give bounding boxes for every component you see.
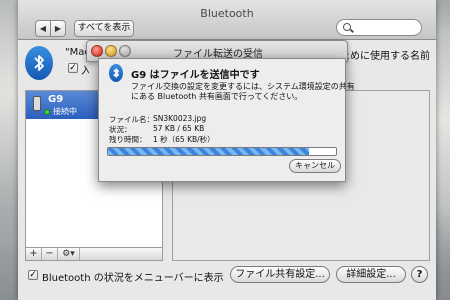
remove-device-button[interactable]: − bbox=[42, 248, 58, 260]
remaining-time-value: 1 秒（65 KB/秒） bbox=[153, 135, 215, 144]
name-description-text: ために使用する名前 bbox=[340, 51, 430, 62]
forward-button[interactable]: ▶ bbox=[50, 20, 66, 37]
connected-status-icon bbox=[44, 109, 50, 115]
bluetooth-icon bbox=[25, 46, 53, 80]
advanced-settings-button[interactable]: 詳細設定... bbox=[336, 266, 406, 283]
remaining-time-label: 残り時間： bbox=[109, 135, 147, 144]
forward-icon: ▶ bbox=[54, 24, 62, 33]
window-toolbar: Bluetooth ◀ ▶ すべてを表示 bbox=[18, 0, 436, 40]
cancel-button[interactable]: キャンセル bbox=[289, 159, 341, 173]
device-name: G9 bbox=[48, 94, 64, 105]
bluetooth-icon bbox=[109, 64, 123, 82]
discoverable-label: 入 bbox=[81, 66, 89, 77]
status-value: 57 KB / 65 KB bbox=[153, 124, 205, 133]
search-icon bbox=[343, 23, 351, 31]
show-in-menubar-checkbox[interactable]: ✓ bbox=[28, 270, 38, 280]
dialog-message-line-2: にある Bluetooth 共有画面で行ってください。 bbox=[131, 92, 303, 101]
show-all-button[interactable]: すべてを表示 bbox=[74, 20, 134, 37]
gear-menu-button[interactable]: ⚙▾ bbox=[58, 248, 80, 260]
device-list-buttons: + − ⚙▾ bbox=[25, 247, 163, 261]
transfer-progress-bar bbox=[107, 147, 337, 156]
search-field[interactable] bbox=[336, 19, 422, 36]
discoverable-checkbox[interactable]: ✓ bbox=[68, 63, 78, 73]
help-button[interactable]: ? bbox=[411, 266, 428, 283]
phone-icon bbox=[33, 96, 41, 111]
file-sending-dialog: G9 はファイルを送信中です ファイル交換の設定を変更するには、システム環境設定… bbox=[98, 58, 355, 182]
device-status: 接続中 bbox=[53, 107, 77, 116]
file-sharing-settings-button[interactable]: ファイル共有設定... bbox=[230, 266, 330, 283]
file-name-value: SN3K0023.jpg bbox=[153, 114, 207, 123]
back-button[interactable]: ◀ bbox=[35, 20, 51, 37]
add-device-button[interactable]: + bbox=[26, 248, 42, 260]
show-in-menubar-label: Bluetooth の状況をメニューバーに表示 bbox=[42, 273, 224, 284]
back-icon: ◀ bbox=[39, 24, 47, 33]
transfer-progress-fill bbox=[108, 148, 309, 155]
dialog-title: G9 はファイルを送信中です bbox=[131, 70, 260, 81]
